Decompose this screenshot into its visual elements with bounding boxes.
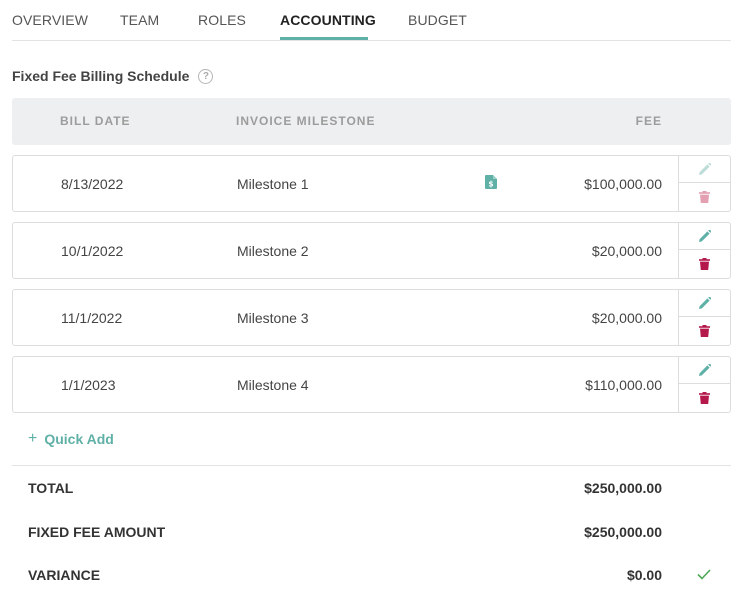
section-title: Fixed Fee Billing Schedule ? bbox=[12, 68, 214, 84]
divider bbox=[12, 465, 731, 466]
tab-accounting[interactable]: ACCOUNTING bbox=[280, 12, 376, 28]
invoice-document-icon[interactable]: $ bbox=[485, 175, 497, 194]
pencil-icon bbox=[698, 230, 711, 242]
milestone-cell: Milestone 3 bbox=[237, 310, 309, 326]
tab-bar: OVERVIEW TEAM ROLES ACCOUNTING BUDGET bbox=[12, 0, 731, 41]
svg-text:$: $ bbox=[488, 180, 493, 189]
active-tab-indicator bbox=[280, 37, 368, 40]
row-actions bbox=[678, 156, 730, 211]
quick-add-button[interactable]: + Quick Add bbox=[28, 430, 114, 448]
column-header-bill-date: BILL DATE bbox=[60, 114, 131, 128]
trash-icon bbox=[699, 391, 710, 404]
column-header-invoice-milestone: INVOICE MILESTONE bbox=[236, 114, 376, 128]
bill-date-cell: 11/1/2022 bbox=[61, 310, 123, 326]
fixed-fee-amount-label: FIXED FEE AMOUNT bbox=[28, 524, 166, 540]
row-actions bbox=[678, 223, 730, 278]
trash-icon bbox=[699, 324, 710, 337]
table-header: BILL DATE INVOICE MILESTONE FEE bbox=[12, 98, 731, 145]
tab-team[interactable]: TEAM bbox=[120, 12, 159, 28]
total-value: $250,000.00 bbox=[584, 480, 662, 496]
milestone-cell: Milestone 2 bbox=[237, 243, 309, 259]
milestone-cell: Milestone 1 bbox=[237, 176, 309, 192]
delete-button[interactable] bbox=[679, 250, 730, 277]
total-label: TOTAL bbox=[28, 480, 74, 496]
edit-button[interactable] bbox=[679, 223, 730, 250]
fee-cell: $110,000.00 bbox=[585, 377, 662, 393]
section-title-text: Fixed Fee Billing Schedule bbox=[12, 68, 190, 84]
fee-cell: $20,000.00 bbox=[591, 243, 662, 259]
table-row: 10/1/2022 Milestone 2 $20,000.00 bbox=[12, 222, 731, 279]
variance-value: $0.00 bbox=[626, 567, 662, 583]
edit-button[interactable] bbox=[679, 357, 730, 384]
tab-roles[interactable]: ROLES bbox=[198, 12, 246, 28]
bill-date-cell: 8/13/2022 bbox=[61, 176, 124, 192]
variance-label: VARIANCE bbox=[28, 567, 101, 583]
table-row: 8/13/2022 Milestone 1 $ $100,000.00 bbox=[12, 155, 731, 212]
plus-icon: + bbox=[28, 430, 38, 447]
trash-icon bbox=[699, 257, 710, 270]
fixed-fee-amount-value: $250,000.00 bbox=[584, 524, 662, 540]
tab-overview[interactable]: OVERVIEW bbox=[12, 12, 88, 28]
delete-button[interactable] bbox=[679, 317, 730, 344]
row-actions bbox=[678, 290, 730, 345]
pencil-icon bbox=[698, 297, 711, 309]
delete-button[interactable] bbox=[679, 384, 730, 411]
question-circle-icon[interactable]: ? bbox=[198, 68, 214, 84]
fee-cell: $100,000.00 bbox=[584, 176, 662, 192]
check-icon bbox=[697, 567, 711, 585]
table-row: 1/1/2023 Milestone 4 $110,000.00 bbox=[12, 356, 731, 413]
edit-button[interactable] bbox=[679, 290, 730, 317]
quick-add-label: Quick Add bbox=[44, 431, 114, 447]
fee-cell: $20,000.00 bbox=[591, 310, 662, 326]
milestone-cell: Milestone 4 bbox=[237, 377, 309, 393]
tab-budget[interactable]: BUDGET bbox=[408, 12, 467, 28]
pencil-icon bbox=[698, 364, 711, 376]
bill-date-cell: 10/1/2022 bbox=[61, 243, 124, 259]
edit-button[interactable] bbox=[679, 156, 730, 183]
column-header-fee: FEE bbox=[635, 114, 662, 128]
delete-button[interactable] bbox=[679, 183, 730, 210]
trash-icon bbox=[699, 190, 710, 203]
pencil-icon bbox=[698, 163, 711, 175]
row-actions bbox=[678, 357, 730, 412]
bill-date-cell: 1/1/2023 bbox=[61, 377, 116, 393]
table-row: 11/1/2022 Milestone 3 $20,000.00 bbox=[12, 289, 731, 346]
